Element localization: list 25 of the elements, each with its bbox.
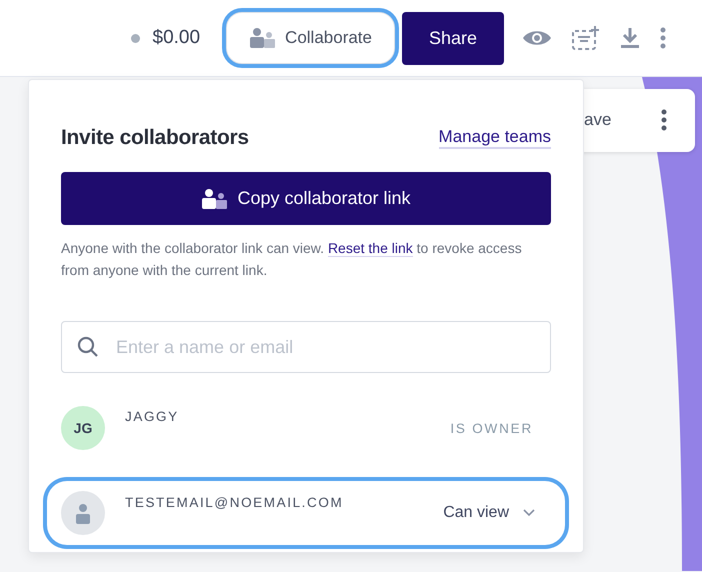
people-icon	[249, 28, 278, 48]
download-icon[interactable]	[620, 27, 640, 49]
search-field[interactable]: Enter a name or email	[61, 321, 551, 373]
more-icon[interactable]	[661, 109, 667, 131]
status-dot	[130, 34, 140, 42]
share-button[interactable]: Share	[402, 12, 504, 64]
chevron-down-icon	[523, 509, 535, 517]
popover-title: Invite collaborators	[61, 126, 249, 150]
member-name: JAGGY	[125, 409, 179, 424]
cost-label: $0.00	[152, 27, 200, 49]
member-row[interactable]: TESTEMAIL@NOEMAIL.COM Can view	[47, 481, 565, 545]
manage-teams-link[interactable]: Manage teams	[438, 127, 551, 149]
save-label: ave	[584, 110, 612, 130]
avatar-icon	[61, 491, 105, 535]
avatar-initials: JG	[61, 406, 105, 450]
member-name: TESTEMAIL@NOEMAIL.COM	[125, 495, 344, 510]
people-icon	[201, 188, 230, 208]
search-icon	[77, 336, 99, 358]
role-label: IS OWNER	[450, 420, 533, 436]
help-text: Anyone with the collaborator link can view. Reset the link to revoke access from anyone with the current link.	[61, 239, 523, 280]
reset-link[interactable]: Reset the link	[328, 240, 413, 257]
permission-dropdown[interactable]: Can view	[443, 504, 535, 522]
copy-link-button[interactable]: Copy collaborator link	[61, 172, 551, 225]
more-icon[interactable]	[660, 27, 666, 49]
add-field-icon[interactable]	[572, 26, 600, 50]
